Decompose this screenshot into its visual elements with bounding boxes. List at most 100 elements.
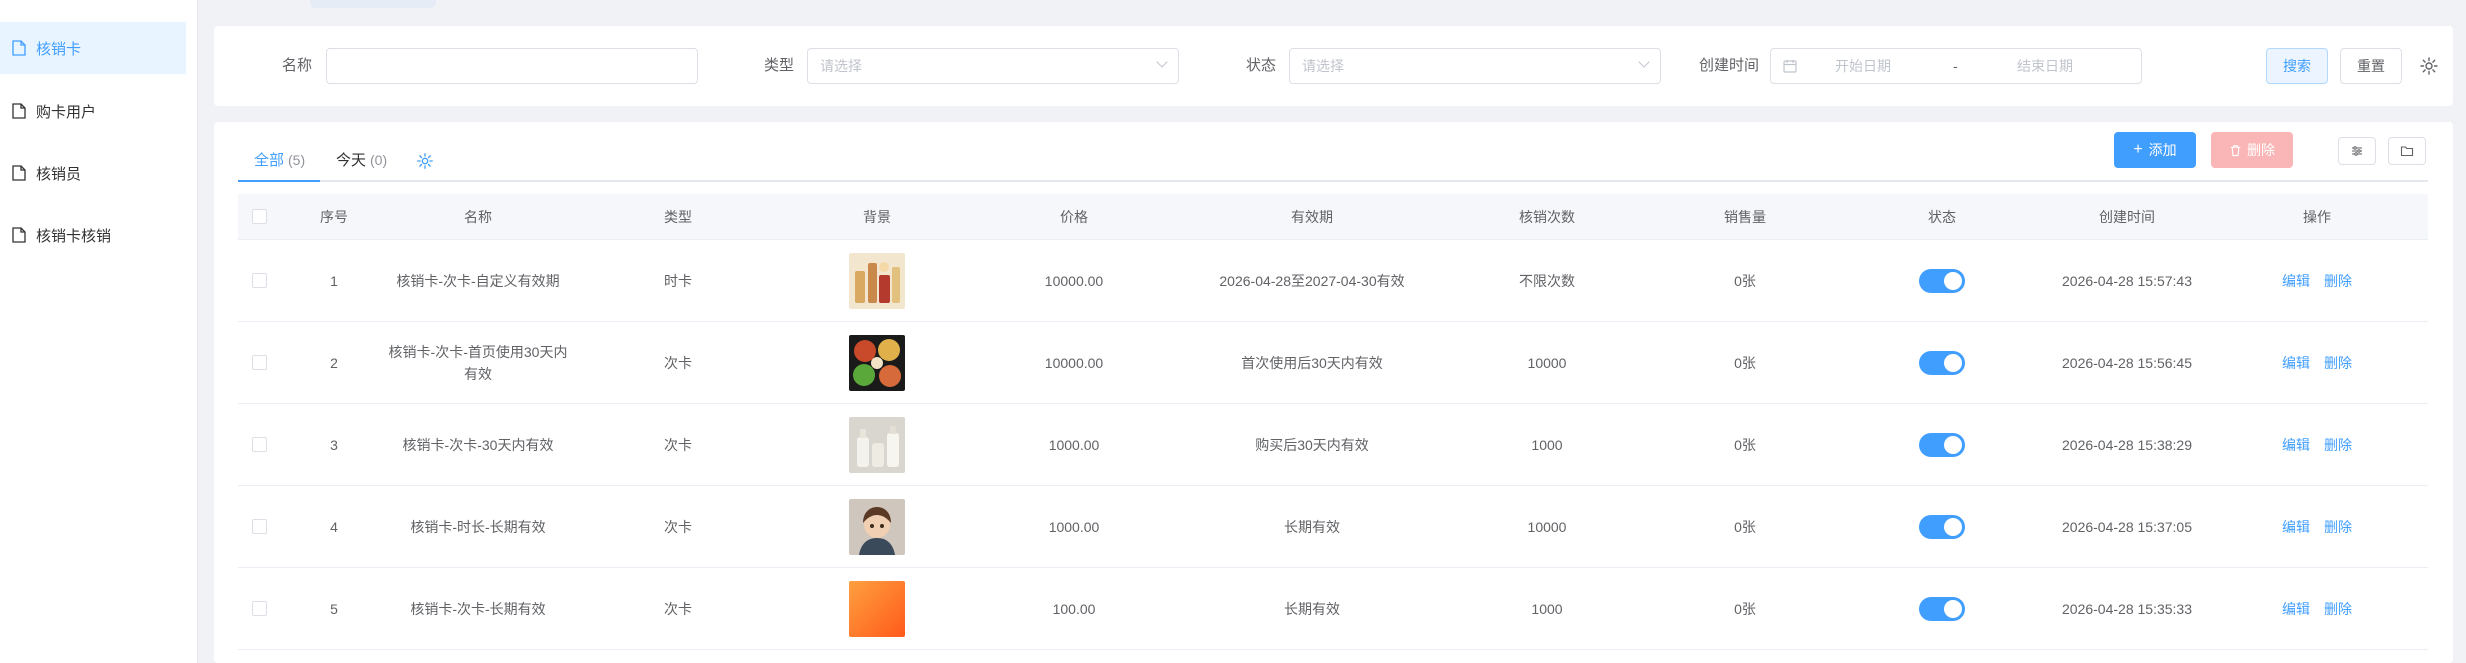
background-thumbnail-avatar [849, 499, 905, 555]
card-table: 序号 名称 类型 背景 价格 有效期 核销次数 销售量 状态 创建时间 操作 1… [238, 194, 2428, 650]
add-button-label: 添加 [2148, 142, 2177, 158]
type-label: 类型 [764, 57, 795, 74]
document-icon [12, 165, 26, 181]
edit-link[interactable]: 编辑 [2282, 517, 2310, 537]
background-cell [849, 240, 905, 322]
column-header: 销售量 [1724, 209, 1766, 225]
sidebar-item-card-buyers[interactable]: 购卡用户 [0, 85, 186, 137]
validity: 首次使用后30天内有效 [1241, 355, 1383, 371]
actions-cell: 编辑 删除 [2282, 404, 2352, 486]
row-checkbox[interactable] [252, 437, 267, 452]
row-checkbox[interactable] [252, 601, 267, 616]
table-row: 1 核销卡-次卡-自定义有效期 时卡 10000.00 2026-04-28至2… [238, 240, 2428, 322]
card-name: 核销卡-次卡-30天内有效 [402, 437, 554, 453]
background-thumbnail-food [849, 335, 905, 391]
name-input[interactable] [326, 48, 698, 84]
price: 1000.00 [1048, 519, 1100, 535]
card-type: 次卡 [664, 519, 692, 535]
status-select[interactable]: 请选择 [1289, 48, 1661, 84]
background-cell [849, 322, 905, 404]
name-label: 名称 [282, 57, 313, 74]
status-select-placeholder: 请选择 [1302, 58, 1344, 74]
edit-link[interactable]: 编辑 [2282, 271, 2310, 291]
column-header: 类型 [664, 209, 692, 225]
sliders-icon [2352, 146, 2362, 156]
card-type: 次卡 [664, 355, 692, 371]
actions-cell: 编辑 删除 [2282, 486, 2352, 568]
edit-link[interactable]: 编辑 [2282, 435, 2310, 455]
card-type: 时卡 [664, 273, 692, 289]
table-row: 2 核销卡-次卡-首页使用30天内有效 次卡 10000.00 首次使用后30天… [238, 322, 2428, 404]
status-label: 状态 [1246, 57, 1277, 74]
add-button[interactable]: + 添加 [2114, 132, 2196, 168]
tab-label: 全部 [254, 152, 285, 169]
background-thumbnail-orange [849, 581, 905, 637]
card-name: 核销卡-次卡-首页使用30天内有效 [388, 344, 568, 382]
reset-button[interactable]: 重置 [2340, 48, 2402, 84]
created-time: 2026-04-28 15:35:33 [2062, 601, 2192, 617]
chevron-down-icon [1638, 56, 1650, 68]
tab-active-underline [238, 180, 320, 182]
verify-times: 1000 [1531, 437, 1563, 453]
sales-count: 0张 [1734, 601, 1756, 617]
calendar-icon [1783, 60, 1797, 73]
row-index: 3 [330, 437, 338, 453]
status-cell [1919, 240, 1965, 322]
search-panel: 名称 类型 请选择 状态 请选择 创建时间 开始日期 - 结束日期 搜索 重置 [214, 26, 2453, 106]
main-panel: 全部 (5) 今天 (0) + 添加 删除 序号 名称 类型 背景 价格 有效期 核… [214, 122, 2453, 663]
background-cell [849, 486, 905, 568]
tab-today[interactable]: 今天 (0) [336, 140, 387, 182]
delete-link[interactable]: 删除 [2324, 517, 2352, 537]
row-checkbox[interactable] [252, 355, 267, 370]
tab-all[interactable]: 全部 (5) [254, 140, 305, 182]
card-name: 核销卡-次卡-自定义有效期 [396, 273, 560, 289]
price: 100.00 [1052, 601, 1096, 617]
status-toggle[interactable] [1919, 433, 1965, 457]
row-checkbox[interactable] [252, 273, 267, 288]
status-cell [1919, 486, 1965, 568]
select-all-checkbox[interactable] [252, 209, 267, 224]
range-separator: - [1953, 58, 1958, 74]
type-select[interactable]: 请选择 [807, 48, 1179, 84]
verify-times: 1000 [1531, 601, 1563, 617]
start-date-input[interactable]: 开始日期 [1835, 49, 1891, 83]
delete-link[interactable]: 删除 [2324, 353, 2352, 373]
trash-icon [2230, 144, 2241, 156]
table-row: 3 核销卡-次卡-30天内有效 次卡 1000.00 购买后30天内有效 100… [238, 404, 2428, 486]
edit-link[interactable]: 编辑 [2282, 353, 2310, 373]
delete-link[interactable]: 删除 [2324, 599, 2352, 619]
filter-settings-button[interactable] [2338, 137, 2376, 165]
gear-icon[interactable] [2419, 56, 2439, 76]
column-header: 价格 [1060, 209, 1088, 225]
delete-link[interactable]: 删除 [2324, 271, 2352, 291]
column-header: 序号 [320, 209, 348, 225]
created-time: 2026-04-28 15:56:45 [2062, 355, 2192, 371]
table-row: 4 核销卡-时长-长期有效 次卡 1000.00 长期有效 10000 0张 2… [238, 486, 2428, 568]
price: 10000.00 [1044, 355, 1104, 371]
end-date-input[interactable]: 结束日期 [2017, 49, 2073, 83]
sidebar-item-card-verification[interactable]: 核销卡核销 [0, 209, 186, 261]
status-toggle[interactable] [1919, 515, 1965, 539]
folder-button[interactable] [2388, 137, 2426, 165]
created-time: 2026-04-28 15:38:29 [2062, 437, 2192, 453]
row-checkbox[interactable] [252, 519, 267, 534]
status-toggle[interactable] [1919, 351, 1965, 375]
delete-button[interactable]: 删除 [2211, 132, 2293, 168]
background-cell [849, 404, 905, 486]
sidebar-item-verifiers[interactable]: 核销员 [0, 147, 186, 199]
price: 10000.00 [1044, 273, 1104, 289]
search-button[interactable]: 搜索 [2266, 48, 2328, 84]
tab-count: (5) [288, 152, 306, 168]
sales-count: 0张 [1734, 519, 1756, 535]
status-toggle[interactable] [1919, 269, 1965, 293]
folder-icon [2400, 146, 2414, 157]
edit-link[interactable]: 编辑 [2282, 599, 2310, 619]
sidebar-item-label: 核销卡 [36, 40, 82, 58]
sidebar-item-verify-card[interactable]: 核销卡 [0, 22, 186, 74]
validity: 长期有效 [1284, 519, 1340, 535]
gear-icon[interactable] [416, 152, 434, 170]
sales-count: 0张 [1734, 355, 1756, 371]
date-range-picker[interactable]: 开始日期 - 结束日期 [1770, 48, 2142, 84]
status-toggle[interactable] [1919, 597, 1965, 621]
delete-link[interactable]: 删除 [2324, 435, 2352, 455]
